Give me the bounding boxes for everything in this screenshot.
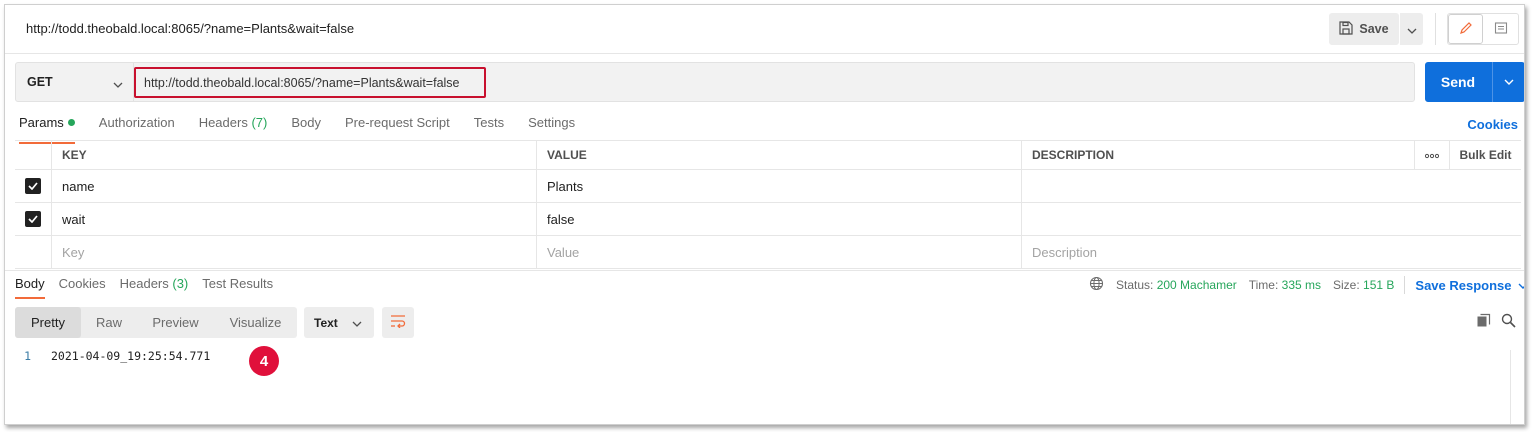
params-active-dot	[67, 119, 75, 126]
cookies-link[interactable]: Cookies	[1467, 117, 1518, 132]
size-value[interactable]: 151 B	[1363, 278, 1394, 292]
search-icon[interactable]	[1501, 313, 1516, 331]
line-number: 1	[24, 349, 31, 363]
save-label: Save	[1359, 22, 1389, 36]
param-value-field[interactable]: false	[536, 203, 1021, 235]
save-icon	[1339, 20, 1353, 38]
param-new-row: Key Value Description	[15, 236, 1521, 269]
view-mode-pretty[interactable]: Pretty	[15, 307, 81, 338]
param-checkbox-cell	[15, 170, 51, 202]
new-value-field[interactable]: Value	[536, 236, 1021, 268]
param-row: wait false	[15, 203, 1521, 236]
postman-window: http://todd.theobald.local:8065/?name=Pl…	[4, 4, 1525, 425]
tab-authorization[interactable]: Authorization	[99, 115, 175, 141]
chevron-down-icon	[1407, 22, 1417, 37]
param-checkbox[interactable]	[25, 211, 41, 227]
tab-params-label: Params	[19, 115, 64, 130]
params-table: KEY VALUE DESCRIPTION Bulk Edit name Pla…	[15, 140, 1521, 269]
chevron-down-icon[interactable]	[1518, 278, 1524, 292]
tab-headers-label: Headers	[198, 115, 248, 130]
response-tabs: Body Cookies Headers (3) Test Results	[15, 276, 287, 299]
response-format-select[interactable]: Text	[304, 307, 374, 338]
chevron-down-icon	[113, 77, 123, 91]
header-value: VALUE	[536, 141, 1021, 169]
save-response-button[interactable]: Save Response	[1415, 278, 1511, 293]
tab-response-headers-label: Headers	[119, 276, 169, 291]
chevron-down-icon	[352, 316, 362, 330]
time-value[interactable]: 335 ms	[1282, 278, 1321, 292]
divider	[1404, 276, 1406, 294]
edit-mode-button[interactable]	[1448, 14, 1484, 44]
url-input[interactable]: http://todd.theobald.local:8065/?name=Pl…	[134, 67, 486, 98]
wrap-lines-button[interactable]	[382, 307, 414, 338]
tab-body[interactable]: Body	[291, 115, 321, 141]
tab-headers[interactable]: Headers (7)	[199, 115, 268, 141]
wrap-icon	[390, 314, 406, 331]
param-value-field[interactable]: Plants	[536, 170, 1021, 202]
tab-settings[interactable]: Settings	[528, 115, 575, 141]
documentation-button[interactable]	[1483, 14, 1518, 44]
divider	[5, 270, 1524, 271]
send-button[interactable]: Send	[1425, 62, 1524, 102]
tab-pre-request-script[interactable]: Pre-request Script	[345, 115, 450, 141]
params-header-row: KEY VALUE DESCRIPTION Bulk Edit	[15, 141, 1521, 170]
tab-response-body[interactable]: Body	[15, 276, 45, 299]
param-row: name Plants	[15, 170, 1521, 203]
bulk-edit-button[interactable]: Bulk Edit	[1449, 141, 1521, 169]
method-label: GET	[27, 75, 53, 89]
pencil-icon	[1459, 21, 1473, 38]
param-description-field[interactable]	[1021, 203, 1414, 235]
tab-tests[interactable]: Tests	[474, 115, 504, 141]
headers-count: (7)	[251, 115, 268, 130]
scrollbar[interactable]	[1510, 350, 1522, 424]
send-label: Send	[1440, 74, 1476, 90]
request-title-bar: http://todd.theobald.local:8065/?name=Pl…	[5, 5, 1524, 54]
new-key-field[interactable]: Key	[51, 236, 536, 268]
response-status-bar: Status: 200 Machamer Time: 335 ms Size: …	[1089, 276, 1524, 294]
request-url-bar: GET http://todd.theobald.local:8065/?nam…	[15, 62, 1415, 102]
new-description-field[interactable]: Description	[1021, 236, 1414, 268]
view-mode-preview[interactable]: Preview	[137, 307, 214, 338]
send-options-button[interactable]	[1493, 62, 1524, 102]
format-label: Text	[314, 315, 338, 330]
time-label: Time:	[1248, 278, 1279, 292]
header-key: KEY	[51, 141, 536, 169]
status-label: Status:	[1116, 278, 1154, 292]
tab-response-headers[interactable]: Headers (3)	[120, 276, 189, 291]
param-checkbox-cell	[15, 203, 51, 235]
response-body-editor[interactable]: 1 2021-04-09_19:25:54.771	[15, 349, 210, 363]
request-title[interactable]: http://todd.theobald.local:8065/?name=Pl…	[26, 21, 354, 36]
save-button[interactable]: Save	[1329, 13, 1399, 45]
copy-icon[interactable]	[1476, 313, 1491, 331]
param-checkbox-cell	[15, 236, 51, 268]
more-icon	[1424, 148, 1440, 162]
request-tabs: Params Authorization Headers (7) Body Pr…	[19, 115, 599, 144]
view-mode-visualize[interactable]: Visualize	[214, 307, 297, 338]
param-description-field[interactable]	[1021, 170, 1414, 202]
tab-response-cookies[interactable]: Cookies	[59, 276, 106, 291]
annotation-step-badge: 4	[249, 346, 279, 376]
more-options-button[interactable]	[1414, 141, 1449, 169]
header-description: DESCRIPTION	[1021, 141, 1414, 169]
response-headers-count: (3)	[172, 276, 189, 291]
status-value[interactable]: 200 Machamer	[1157, 278, 1237, 292]
globe-icon[interactable]	[1089, 276, 1104, 294]
save-options-button[interactable]	[1400, 13, 1423, 45]
param-key-field[interactable]: name	[51, 170, 536, 202]
header-checkbox-cell	[15, 141, 51, 169]
divider	[1435, 13, 1436, 45]
size-label: Size:	[1333, 278, 1360, 292]
response-view-modes: Pretty Raw Preview Visualize	[15, 307, 297, 338]
param-key-field[interactable]: wait	[51, 203, 536, 235]
comment-icon	[1494, 21, 1508, 38]
view-mode-raw[interactable]: Raw	[81, 307, 137, 338]
view-toggle-group	[1447, 13, 1519, 45]
tab-params[interactable]: Params	[19, 115, 75, 144]
tab-test-results[interactable]: Test Results	[202, 276, 273, 291]
method-select[interactable]: GET	[16, 63, 134, 101]
param-checkbox[interactable]	[25, 178, 41, 194]
response-line: 2021-04-09_19:25:54.771	[51, 349, 211, 363]
